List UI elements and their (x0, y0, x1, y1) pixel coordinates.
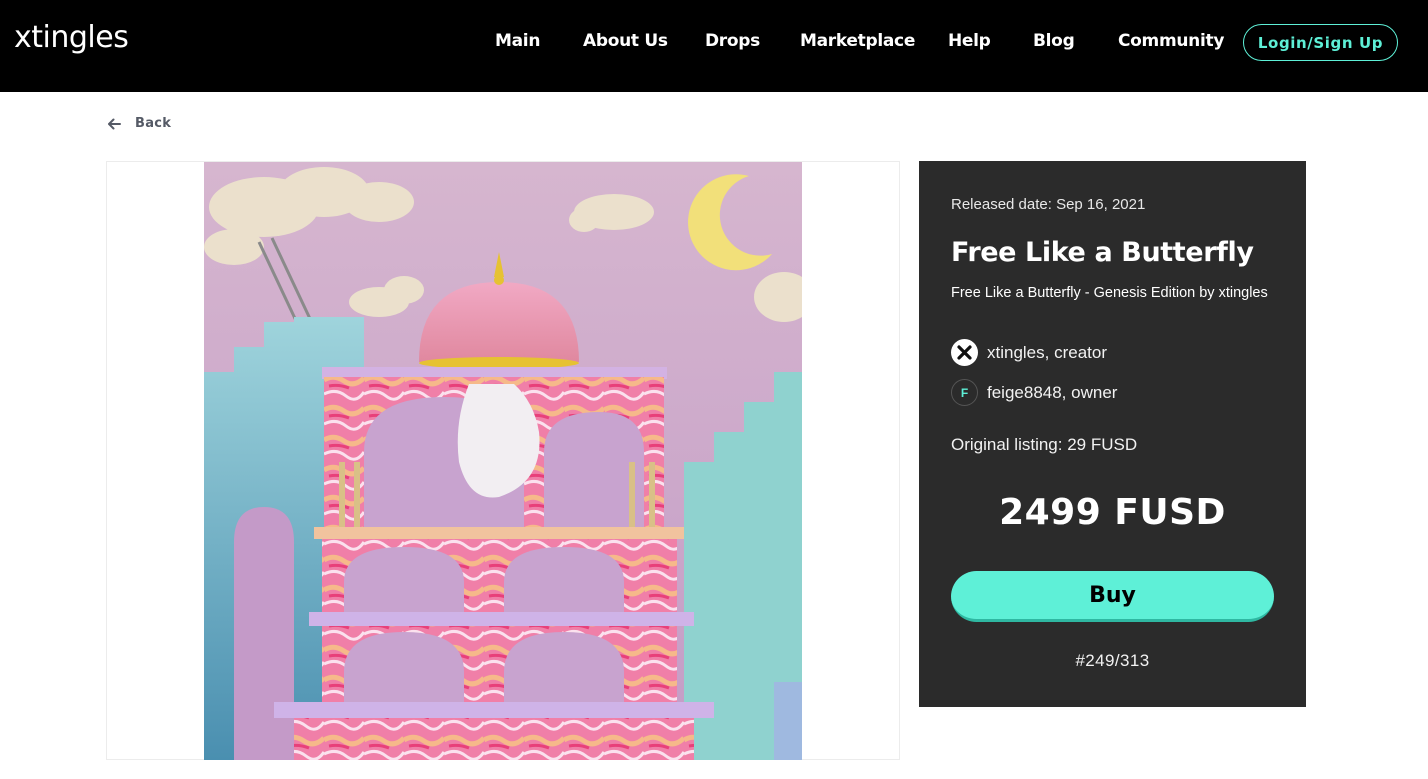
nft-title: Free Like a Butterfly (951, 237, 1254, 268)
arrow-left-icon (107, 117, 121, 131)
creator-name: xtingles, creator (987, 342, 1107, 362)
site-header: xtingles Main About Us Drops Marketplace… (0, 0, 1428, 92)
released-date: Released date: Sep 16, 2021 (951, 196, 1146, 213)
nav-item-marketplace[interactable]: Marketplace (800, 31, 915, 51)
back-label: Back (135, 116, 172, 131)
nft-artwork-image[interactable] (204, 162, 802, 760)
owner-name: feige8848, owner (987, 382, 1118, 402)
nft-subtitle: Free Like a Butterfly - Genesis Edition … (951, 285, 1268, 301)
creator-avatar (951, 339, 978, 366)
nav-item-blog[interactable]: Blog (1033, 31, 1075, 51)
back-link[interactable]: Back (107, 116, 171, 131)
buy-button[interactable]: Buy (951, 571, 1274, 622)
nav-item-about-us[interactable]: About Us (583, 31, 668, 51)
price: 2499 FUSD (999, 492, 1226, 533)
owner-link[interactable]: F feige8848, owner (951, 379, 1117, 406)
artwork-frame (106, 161, 900, 760)
login-signup-button[interactable]: Login/Sign Up (1243, 24, 1398, 61)
nav-item-community[interactable]: Community (1118, 31, 1224, 51)
nav-item-help[interactable]: Help (948, 31, 991, 51)
owner-avatar: F (951, 379, 978, 406)
nav-item-main[interactable]: Main (495, 31, 540, 51)
edition-number: #249/313 (1075, 651, 1150, 670)
original-listing: Original listing: 29 FUSD (951, 435, 1138, 454)
xtingles-logo-icon (957, 345, 972, 360)
creator-link[interactable]: xtingles, creator (951, 339, 1107, 366)
nft-details-card: Released date: Sep 16, 2021 Free Like a … (919, 161, 1306, 707)
nav-item-drops[interactable]: Drops (705, 31, 760, 51)
site-logo[interactable]: xtingles (14, 20, 129, 55)
